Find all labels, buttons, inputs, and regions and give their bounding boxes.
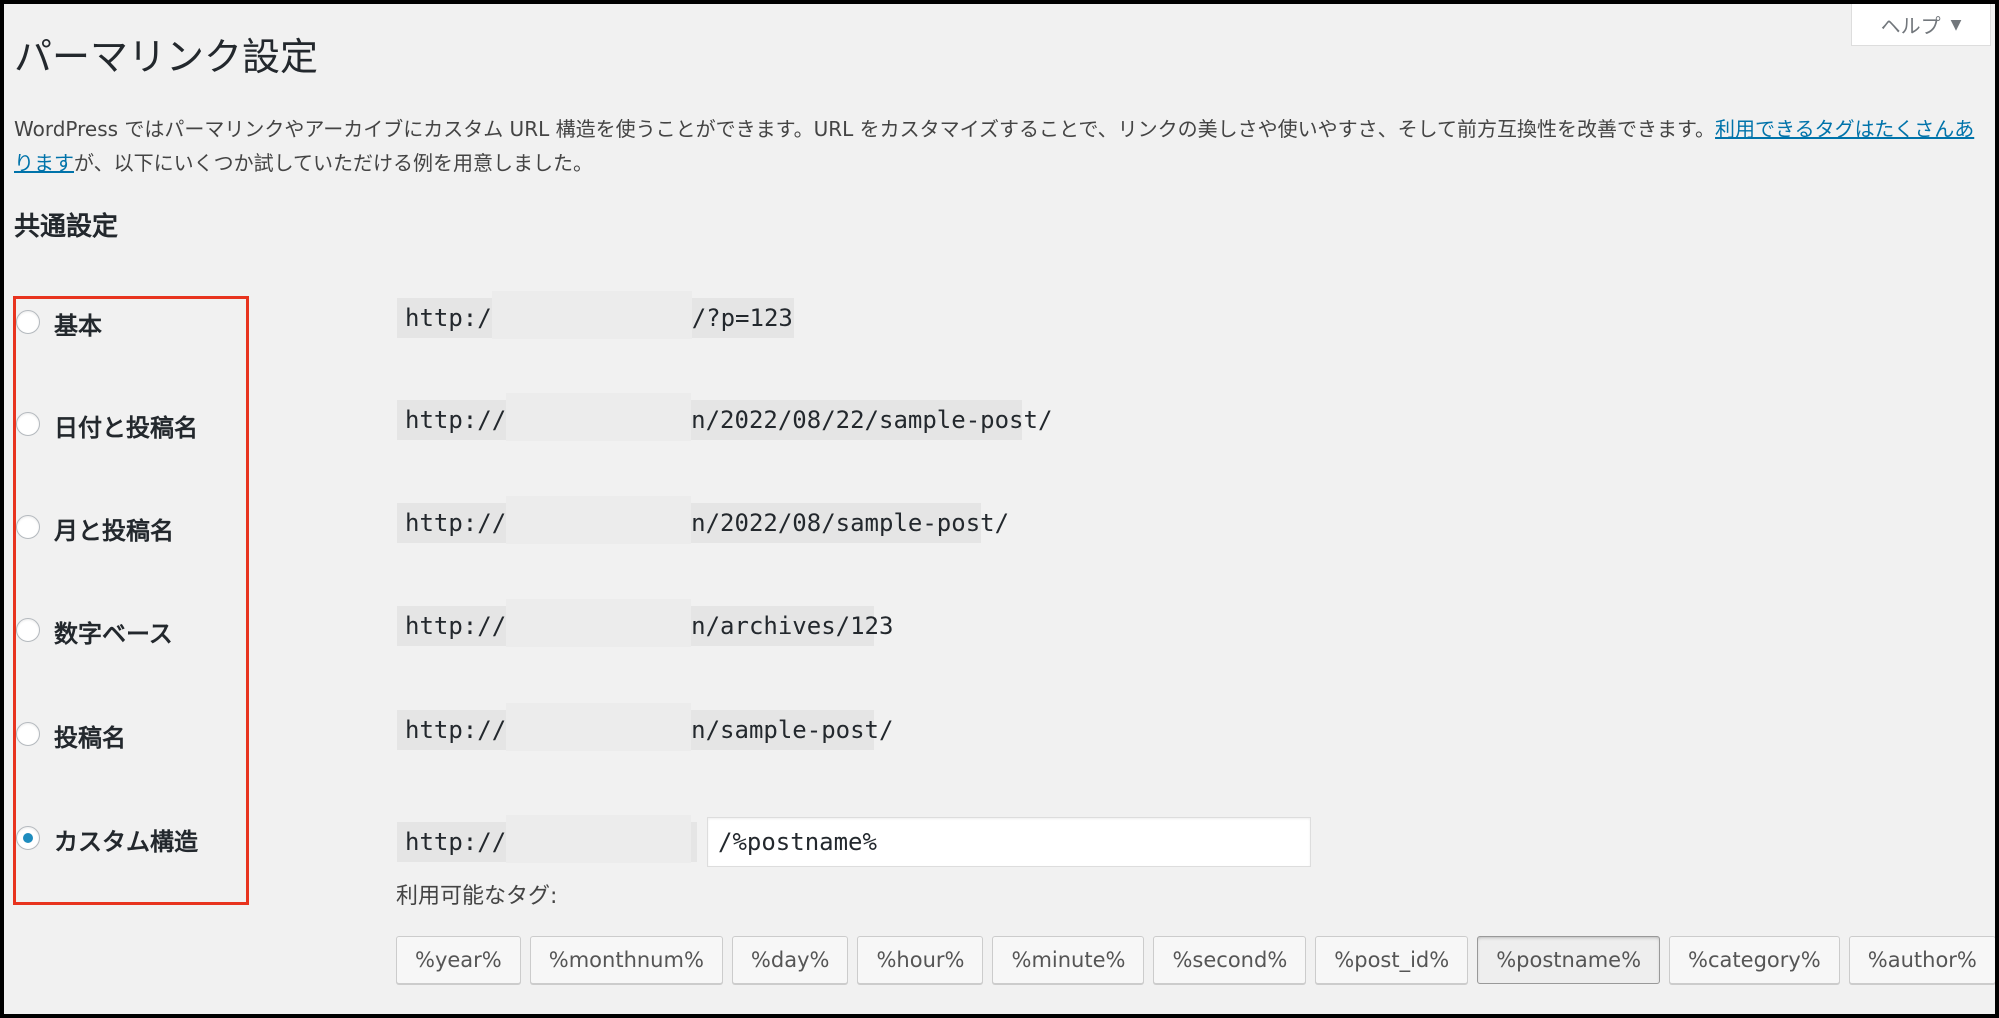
example-url-month-name: http://n/2022/08/sample-post/: [397, 496, 1009, 544]
tag-button-minute[interactable]: %minute%: [992, 936, 1145, 984]
redacted-domain: [506, 496, 692, 544]
help-tab-label: ヘルプ: [1880, 14, 1941, 38]
help-tab-button[interactable]: ヘルプ ▼: [1851, 4, 1991, 46]
tag-button-monthnum[interactable]: %monthnum%: [529, 936, 723, 984]
tag-button-hour[interactable]: %hour%: [857, 936, 984, 984]
page-title: パーマリンク設定: [14, 35, 319, 79]
section-heading-common-settings: 共通設定: [14, 212, 119, 242]
redacted-domain: [491, 291, 692, 339]
example-url-post-name: http://n/sample-post/: [397, 703, 893, 751]
available-tags-list: %year% %monthnum% %day% %hour% %minute% …: [396, 936, 1995, 984]
highlight-annotation-box: [13, 296, 249, 905]
example-url-custom-base: http://: [397, 815, 697, 863]
tag-button-category[interactable]: %category%: [1669, 936, 1840, 984]
available-tags-label: 利用可能なタグ:: [396, 884, 558, 909]
permalink-settings-page: ヘルプ ▼ パーマリンク設定 WordPress ではパーマリンクやアーカイブに…: [0, 0, 1999, 1018]
tag-button-postname[interactable]: %postname%: [1477, 936, 1661, 984]
redacted-domain: [506, 815, 692, 863]
example-url-numeric: http://n/archives/123: [397, 599, 893, 647]
tag-button-year[interactable]: %year%: [396, 936, 521, 984]
redacted-domain: [506, 703, 692, 751]
custom-structure-input[interactable]: [707, 817, 1311, 867]
redacted-domain: [506, 599, 692, 647]
tag-button-post-id[interactable]: %post_id%: [1315, 936, 1469, 984]
tag-button-day[interactable]: %day%: [731, 936, 849, 984]
example-url-day-name: http://n/2022/08/22/sample-post/: [397, 393, 1052, 441]
redacted-domain: [506, 393, 692, 441]
example-url-plain: http://?p=123: [397, 291, 794, 339]
tag-button-author[interactable]: %author%: [1848, 936, 1995, 984]
description-suffix: が、以下にいくつか試していただける例を用意しました。: [74, 151, 593, 175]
page-description: WordPress ではパーマリンクやアーカイブにカスタム URL 構造を使うこ…: [14, 112, 1994, 180]
tag-button-second[interactable]: %second%: [1153, 936, 1307, 984]
description-text: WordPress ではパーマリンクやアーカイブにカスタム URL 構造を使うこ…: [14, 117, 1716, 141]
caret-down-icon: ▼: [1950, 16, 1962, 33]
